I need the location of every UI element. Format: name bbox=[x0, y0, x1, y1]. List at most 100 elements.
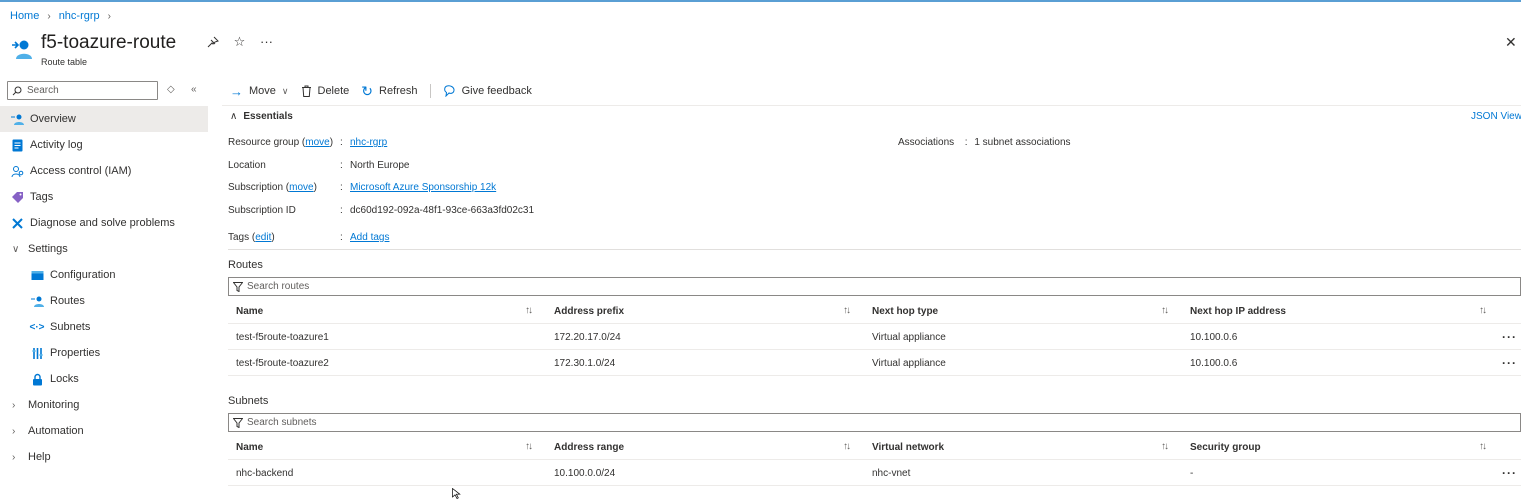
move-button[interactable]: → Move ∨ bbox=[230, 84, 289, 99]
json-view-link[interactable]: JSON View bbox=[1471, 111, 1521, 122]
toolbar-divider bbox=[429, 84, 431, 98]
sidebar-item-label: Activity log bbox=[30, 139, 83, 151]
chevron-right-icon: › bbox=[107, 10, 111, 22]
sidebar-item-label: Subnets bbox=[50, 321, 91, 333]
delete-button-label: Delete bbox=[317, 85, 350, 97]
sort-icon[interactable]: ↑↓ bbox=[1479, 441, 1487, 452]
sidebar-item-configuration[interactable]: Configuration bbox=[0, 262, 208, 288]
sidebar-item-properties[interactable]: Properties bbox=[0, 340, 208, 366]
subscription-id-value: dc60d192-092a-48f1-93ce-663a3fd02c31 bbox=[350, 205, 535, 216]
add-tags-link[interactable]: Add tags bbox=[350, 232, 389, 243]
routes-icon bbox=[30, 294, 44, 308]
wrench-icon bbox=[10, 216, 24, 230]
breadcrumb-home[interactable]: Home bbox=[10, 10, 39, 22]
page-title: f5-toazure-route bbox=[41, 32, 177, 53]
table-row[interactable]: nhc-backend 10.100.0.0/24 nhc-vnet - ··· bbox=[228, 460, 1521, 486]
sidebar-item-activity-log[interactable]: Activity log bbox=[0, 132, 208, 158]
search-icon bbox=[12, 86, 22, 95]
subnets-icon: <·> bbox=[29, 321, 45, 333]
sidebar-item-automation[interactable]: › Automation bbox=[0, 418, 208, 444]
sidebar-item-settings[interactable]: ∨ Settings bbox=[0, 236, 208, 262]
route-name: test-f5route-toazure1 bbox=[236, 331, 329, 343]
table-header-row: Name ↑↓ Address range ↑↓ Virtual network… bbox=[228, 434, 1521, 460]
sidebar-search-input[interactable] bbox=[27, 85, 147, 96]
sort-icon[interactable]: ↑↓ bbox=[843, 305, 851, 316]
refresh-icon: ↻ bbox=[361, 82, 374, 99]
feedback-icon bbox=[443, 85, 455, 97]
subscription-label: Subscription bbox=[228, 182, 284, 193]
sort-icon[interactable]: ↑↓ bbox=[525, 305, 533, 316]
sort-icon[interactable]: ↑↓ bbox=[843, 441, 851, 452]
chevron-right-icon: › bbox=[12, 451, 16, 463]
move-button-label: Move bbox=[249, 85, 276, 97]
sidebar-item-label: Properties bbox=[50, 347, 101, 359]
sidebar-item-access-control[interactable]: Access control (IAM) bbox=[0, 158, 208, 184]
sidebar-search[interactable] bbox=[7, 81, 158, 100]
associations-label: Associations bbox=[898, 137, 955, 148]
refresh-button-label: Refresh bbox=[379, 85, 418, 97]
sidebar-item-subnets[interactable]: <·> Subnets bbox=[0, 314, 208, 340]
column-header-next-hop-type[interactable]: Next hop type bbox=[872, 298, 938, 324]
delete-button[interactable]: Delete bbox=[301, 85, 350, 97]
subnets-search[interactable] bbox=[228, 413, 1521, 432]
refresh-button[interactable]: ↻ Refresh bbox=[361, 83, 417, 100]
sort-icon[interactable]: ↑↓ bbox=[1161, 441, 1169, 452]
sidebar-item-diagnose[interactable]: Diagnose and solve problems bbox=[0, 210, 208, 236]
column-header-name[interactable]: Name bbox=[236, 434, 263, 460]
sidebar-item-locks[interactable]: Locks bbox=[0, 366, 208, 392]
sidebar-item-monitoring[interactable]: › Monitoring bbox=[0, 392, 208, 418]
associations-value: 1 subnet associations bbox=[974, 137, 1071, 148]
expand-collapse-icon[interactable]: ◇ bbox=[167, 84, 175, 95]
sidebar-item-routes[interactable]: Routes bbox=[0, 288, 208, 314]
column-header-address-range[interactable]: Address range bbox=[554, 434, 624, 460]
subnets-search-input[interactable] bbox=[247, 417, 647, 428]
arrow-right-icon: → bbox=[230, 83, 243, 99]
routes-search-input[interactable] bbox=[247, 281, 647, 292]
sidebar-item-tags[interactable]: Tags bbox=[0, 184, 208, 210]
sort-icon[interactable]: ↑↓ bbox=[1479, 305, 1487, 316]
essentials-tags: Tags (edit) : Add tags bbox=[228, 232, 390, 243]
sidebar-item-label: Locks bbox=[50, 373, 79, 385]
breadcrumb: Home › nhc-rgrp › bbox=[10, 10, 111, 22]
subscription-link[interactable]: Microsoft Azure Sponsorship 12k bbox=[350, 182, 496, 193]
essentials-subscription: Subscription (move) : Microsoft Azure Sp… bbox=[228, 182, 497, 193]
more-actions-icon[interactable]: ··· bbox=[259, 34, 274, 49]
essentials-resource-group: Resource group (move) : nhc-rgrp bbox=[228, 137, 388, 148]
row-more-icon[interactable]: ··· bbox=[1502, 356, 1517, 370]
sidebar-item-overview[interactable]: Overview bbox=[0, 106, 208, 132]
route-next-hop-ip: 10.100.0.6 bbox=[1190, 357, 1238, 369]
routes-search[interactable] bbox=[228, 277, 1521, 296]
star-icon[interactable]: ☆ bbox=[232, 34, 247, 49]
collapse-sidebar-icon[interactable]: « bbox=[191, 84, 197, 95]
resource-group-link[interactable]: nhc-rgrp bbox=[350, 137, 387, 148]
filter-icon bbox=[233, 417, 243, 428]
essentials-toggle[interactable]: ∧ Essentials bbox=[230, 111, 293, 122]
tags-label: Tags bbox=[228, 232, 250, 243]
column-header-name[interactable]: Name bbox=[236, 298, 263, 324]
column-header-security-group[interactable]: Security group bbox=[1190, 434, 1261, 460]
subscription-id-label: Subscription ID bbox=[228, 205, 296, 216]
subnet-name: nhc-backend bbox=[236, 467, 294, 479]
route-table-icon bbox=[10, 112, 24, 126]
table-row[interactable]: test-f5route-toazure2 172.30.1.0/24 Virt… bbox=[228, 350, 1521, 376]
essentials-subscription-id: Subscription ID : dc60d192-092a-48f1-93c… bbox=[228, 205, 535, 216]
column-header-next-hop-ip[interactable]: Next hop IP address bbox=[1190, 298, 1286, 324]
edit-tags-link[interactable]: edit bbox=[255, 232, 271, 243]
sidebar-item-help[interactable]: › Help bbox=[0, 444, 208, 470]
close-icon[interactable]: ✕ bbox=[1505, 35, 1519, 49]
sort-icon[interactable]: ↑↓ bbox=[1161, 305, 1169, 316]
give-feedback-button[interactable]: Give feedback bbox=[443, 85, 532, 97]
row-more-icon[interactable]: ··· bbox=[1502, 330, 1517, 344]
pin-icon[interactable] bbox=[205, 34, 220, 49]
breadcrumb-resource-group[interactable]: nhc-rgrp bbox=[59, 10, 100, 22]
sort-icon[interactable]: ↑↓ bbox=[525, 441, 533, 452]
column-header-address-prefix[interactable]: Address prefix bbox=[554, 298, 624, 324]
table-row[interactable]: test-f5route-toazure1 172.20.17.0/24 Vir… bbox=[228, 324, 1521, 350]
mouse-cursor-icon bbox=[452, 488, 461, 499]
move-subscription-link[interactable]: move bbox=[289, 182, 313, 193]
move-resource-group-link[interactable]: move bbox=[305, 137, 329, 148]
sidebar-item-label: Access control (IAM) bbox=[30, 165, 132, 177]
row-more-icon[interactable]: ··· bbox=[1502, 466, 1517, 480]
give-feedback-label: Give feedback bbox=[461, 85, 532, 97]
column-header-virtual-network[interactable]: Virtual network bbox=[872, 434, 944, 460]
